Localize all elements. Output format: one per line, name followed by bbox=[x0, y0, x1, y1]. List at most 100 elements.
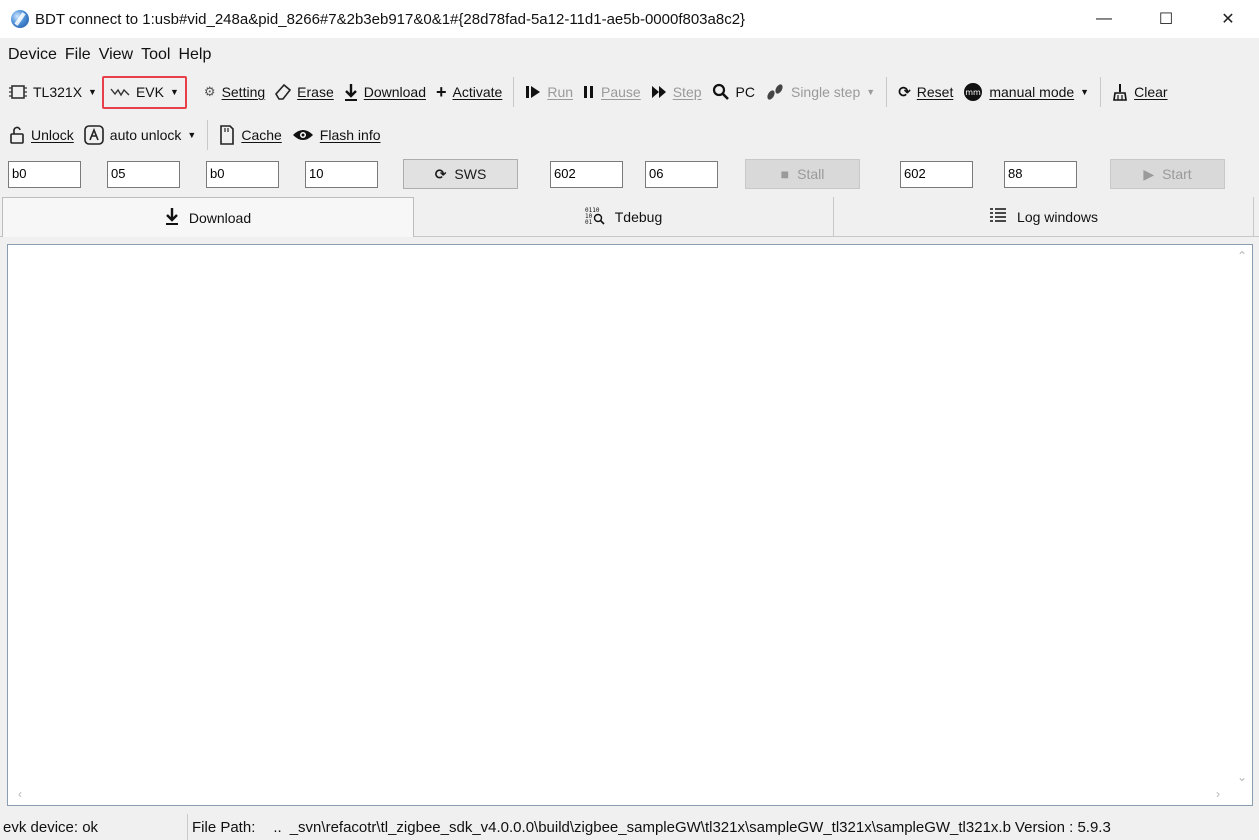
cache-button[interactable]: Cache bbox=[214, 120, 286, 150]
title-bar: BDT connect to 1:usb#vid_248a&pid_8266#7… bbox=[0, 0, 1259, 38]
stall-label: Stall bbox=[797, 166, 825, 182]
maximize-button[interactable]: ☐ bbox=[1135, 0, 1197, 38]
window-controls: — ☐ ✕ bbox=[1073, 0, 1259, 38]
register-field-4[interactable]: 10 bbox=[305, 161, 378, 188]
file-path-prefix: .. bbox=[273, 818, 282, 836]
cache-label: Cache bbox=[241, 127, 282, 143]
menu-file[interactable]: File bbox=[61, 46, 95, 64]
menu-view[interactable]: View bbox=[95, 46, 137, 64]
run-button[interactable]: Run bbox=[520, 77, 578, 107]
play-bar-icon bbox=[525, 85, 541, 99]
tab-log-windows[interactable]: Log windows bbox=[834, 197, 1254, 237]
status-bar: evk device: ok File Path: .. _svn\refaco… bbox=[0, 814, 1259, 840]
flash-info-button[interactable]: Flash info bbox=[287, 120, 386, 150]
register-field-1[interactable]: b0 bbox=[8, 161, 81, 188]
auto-unlock-dropdown[interactable]: auto unlock ▼ bbox=[79, 120, 202, 150]
evk-select-label: EVK bbox=[135, 84, 164, 100]
minimize-button[interactable]: — bbox=[1073, 0, 1135, 38]
footsteps-icon bbox=[765, 83, 785, 101]
pc-button[interactable]: PC bbox=[707, 77, 760, 107]
register-field-7[interactable]: 602 bbox=[900, 161, 973, 188]
register-field-3[interactable]: b0 bbox=[206, 161, 279, 188]
file-path-label: File Path: bbox=[192, 818, 256, 836]
stop-square-icon: ■ bbox=[780, 166, 790, 182]
clear-label: Clear bbox=[1134, 84, 1168, 100]
register-field-8[interactable]: 88 bbox=[1004, 161, 1077, 188]
start-label: Start bbox=[1162, 166, 1192, 182]
menu-bar: Device File View Tool Help bbox=[0, 38, 1259, 72]
setting-button[interactable]: ⚙ Setting bbox=[199, 77, 270, 107]
erase-button[interactable]: Erase bbox=[270, 77, 339, 107]
signal-wave-icon bbox=[110, 86, 130, 98]
chevron-down-icon: ▼ bbox=[866, 87, 876, 97]
auto-lock-icon bbox=[83, 125, 104, 145]
scroll-left-icon[interactable]: ‹ bbox=[10, 787, 30, 801]
chip-select-dropdown[interactable]: TL321X ▼ bbox=[0, 77, 102, 107]
reset-button[interactable]: ⟳ Reset bbox=[893, 77, 958, 107]
file-path-value: _svn\refacotr\tl_zigbee_sdk_v4.0.0.0\bui… bbox=[289, 818, 1011, 836]
toolbar-divider bbox=[513, 77, 515, 107]
download-button[interactable]: Download bbox=[339, 77, 431, 107]
toolbar-divider bbox=[207, 120, 209, 150]
main-toolbar: TL321X ▼ EVK ▼ ⚙ Setting Erase Download … bbox=[0, 72, 1259, 112]
eye-icon bbox=[292, 128, 314, 142]
chevron-down-icon: ▼ bbox=[169, 87, 179, 97]
fast-forward-icon bbox=[651, 85, 667, 99]
manual-mode-dropdown[interactable]: mm manual mode ▼ bbox=[958, 77, 1094, 107]
erase-label: Erase bbox=[297, 84, 334, 100]
secondary-toolbar: Unlock auto unlock ▼ Cache Flash info bbox=[0, 114, 1259, 156]
register-field-6[interactable]: 06 bbox=[645, 161, 718, 188]
output-log-area[interactable]: ⌃ ⌄ ‹ › bbox=[7, 244, 1253, 806]
mode-badge-icon: mm bbox=[963, 82, 983, 102]
main-tabs: Download 0110 10 01 Tdebug Log windows bbox=[0, 197, 1259, 237]
tab-download[interactable]: Download bbox=[2, 197, 414, 237]
single-step-dropdown[interactable]: Single step ▼ bbox=[760, 77, 880, 107]
scroll-up-icon[interactable]: ⌃ bbox=[1232, 249, 1252, 263]
sws-label: SWS bbox=[454, 166, 487, 182]
reset-label: Reset bbox=[916, 84, 954, 100]
start-button[interactable]: ▶ Start bbox=[1110, 159, 1225, 189]
scroll-down-icon[interactable]: ⌄ bbox=[1232, 770, 1252, 784]
file-path-status: File Path: .. _svn\refacotr\tl_zigbee_sd… bbox=[188, 819, 1011, 836]
window-title: BDT connect to 1:usb#vid_248a&pid_8266#7… bbox=[35, 10, 746, 28]
menu-device[interactable]: Device bbox=[4, 46, 61, 64]
step-button[interactable]: Step bbox=[646, 77, 707, 107]
tab-log-windows-label: Log windows bbox=[1017, 209, 1098, 225]
chip-select-label: TL321X bbox=[33, 84, 83, 100]
evk-select-dropdown[interactable]: EVK ▼ bbox=[101, 75, 187, 109]
device-status: evk device: ok bbox=[0, 814, 188, 840]
menu-help[interactable]: Help bbox=[174, 46, 215, 64]
pause-label: Pause bbox=[601, 84, 641, 100]
unlock-icon bbox=[9, 126, 25, 144]
register-field-2[interactable]: 05 bbox=[107, 161, 180, 188]
activate-button[interactable]: + Activate bbox=[431, 77, 507, 107]
scroll-right-icon[interactable]: › bbox=[1208, 787, 1228, 801]
activate-label: Activate bbox=[452, 84, 503, 100]
pause-button[interactable]: Pause bbox=[578, 77, 646, 107]
clear-button[interactable]: Clear bbox=[1107, 77, 1172, 107]
svg-text:01: 01 bbox=[585, 219, 593, 225]
unlock-button[interactable]: Unlock bbox=[0, 120, 79, 150]
vertical-scrollbar[interactable]: ⌃ ⌄ bbox=[1232, 245, 1252, 786]
gear-icon: ⚙ bbox=[203, 84, 216, 99]
sync-icon: ⟳ bbox=[434, 165, 447, 182]
list-icon bbox=[989, 207, 1007, 227]
run-label: Run bbox=[547, 84, 574, 100]
menu-tool[interactable]: Tool bbox=[137, 46, 174, 64]
tab-download-label: Download bbox=[188, 209, 252, 226]
register-field-5[interactable]: 602 bbox=[550, 161, 623, 188]
chip-icon bbox=[9, 84, 27, 100]
chevron-down-icon: ▼ bbox=[1080, 87, 1090, 97]
close-button[interactable]: ✕ bbox=[1197, 0, 1259, 38]
stall-button[interactable]: ■ Stall bbox=[745, 159, 860, 189]
tab-tdebug[interactable]: 0110 10 01 Tdebug bbox=[414, 197, 834, 237]
single-step-label: Single step bbox=[790, 84, 861, 100]
sd-card-icon bbox=[219, 125, 235, 145]
chevron-down-icon: ▼ bbox=[187, 130, 197, 140]
unlock-label: Unlock bbox=[31, 127, 74, 143]
sws-button[interactable]: ⟳ SWS bbox=[403, 159, 518, 189]
horizontal-scrollbar[interactable]: ‹ › bbox=[8, 785, 1252, 805]
magnifier-icon bbox=[712, 83, 730, 101]
pc-label: PC bbox=[735, 84, 755, 100]
app-logo-icon bbox=[11, 10, 29, 28]
